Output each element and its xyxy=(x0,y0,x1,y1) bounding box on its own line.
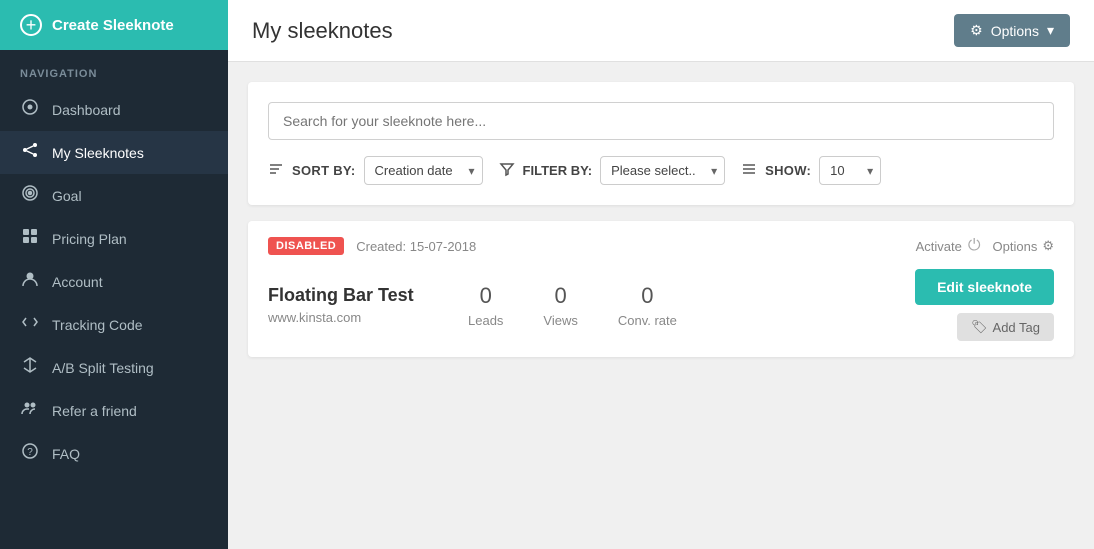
page-title: My sleeknotes xyxy=(252,18,393,44)
sleeknote-buttons: Edit sleeknote 🏷 Add Tag xyxy=(915,269,1054,341)
goal-icon xyxy=(20,184,40,207)
filter-select[interactable]: Please select.. Active Disabled xyxy=(600,156,725,185)
activate-label: Activate xyxy=(916,239,962,254)
sidebar-item-ab-split-testing[interactable]: A/B Split Testing xyxy=(0,346,228,389)
sidebar-item-dashboard[interactable]: Dashboard xyxy=(0,88,228,131)
sidebar-item-tracking-code[interactable]: Tracking Code xyxy=(0,303,228,346)
status-badge: DISABLED xyxy=(268,237,344,255)
account-icon xyxy=(20,270,40,293)
add-tag-button[interactable]: 🏷 Add Tag xyxy=(957,313,1054,341)
sort-select-wrapper: Creation date Name Leads Views xyxy=(364,156,483,185)
sleeknote-header-left: DISABLED Created: 15-07-2018 xyxy=(268,237,476,255)
power-icon: ⏻ xyxy=(968,237,981,255)
filter-label-group: FILTER BY: xyxy=(523,163,593,178)
options-text: Options xyxy=(993,239,1038,254)
options-chevron-icon: ▾ xyxy=(1047,22,1054,39)
dashboard-icon xyxy=(20,98,40,121)
views-label: Views xyxy=(543,313,577,328)
sort-by-group: SORT BY: Creation date Name Leads Views xyxy=(268,156,483,185)
sidebar-item-goal[interactable]: Goal xyxy=(0,174,228,217)
sleeknote-url: www.kinsta.com xyxy=(268,310,428,325)
sleeknote-card: DISABLED Created: 15-07-2018 Activate ⏻ … xyxy=(248,221,1074,357)
sleeknote-stats: 0 Leads 0 Views 0 Conv. rate xyxy=(468,283,677,328)
tracking-code-icon xyxy=(20,313,40,336)
show-label: SHOW: xyxy=(765,163,811,178)
sleeknote-gear-icon: ⚙ xyxy=(1042,238,1054,254)
filter-select-wrapper: Please select.. Active Disabled xyxy=(600,156,725,185)
views-value: 0 xyxy=(543,283,577,309)
main-body: SORT BY: Creation date Name Leads Views xyxy=(228,62,1094,549)
svg-text:?: ? xyxy=(27,447,33,458)
sleeknote-content: Floating Bar Test www.kinsta.com 0 Leads… xyxy=(268,269,1054,341)
filter-row: SORT BY: Creation date Name Leads Views xyxy=(268,156,1054,185)
sidebar-item-label-ab-split-testing: A/B Split Testing xyxy=(52,360,154,376)
conv-rate-label: Conv. rate xyxy=(618,313,677,328)
sidebar-item-label-faq: FAQ xyxy=(52,446,80,462)
main-header: My sleeknotes ⚙ Options ▾ xyxy=(228,0,1094,62)
filter-by-label: FILTER BY: xyxy=(523,163,593,178)
plus-icon: + xyxy=(20,14,42,36)
sort-icon xyxy=(268,161,284,180)
sidebar-item-label-dashboard: Dashboard xyxy=(52,102,121,118)
options-button[interactable]: ⚙ Options ▾ xyxy=(954,14,1070,47)
filter-icon xyxy=(499,161,515,180)
created-text: Created: 15-07-2018 xyxy=(356,239,476,254)
sidebar-item-account[interactable]: Account xyxy=(0,260,228,303)
stat-views: 0 Views xyxy=(543,283,577,328)
sleeknote-name: Floating Bar Test xyxy=(268,285,428,306)
leads-label: Leads xyxy=(468,313,503,328)
stat-leads: 0 Leads xyxy=(468,283,503,328)
show-select[interactable]: 10 25 50 100 xyxy=(819,156,881,185)
search-filter-card: SORT BY: Creation date Name Leads Views xyxy=(248,82,1074,205)
sidebar-item-pricing-plan[interactable]: Pricing Plan xyxy=(0,217,228,260)
conv-rate-value: 0 xyxy=(618,283,677,309)
sidebar-item-faq[interactable]: ? FAQ xyxy=(0,432,228,475)
tag-icon: 🏷 xyxy=(971,319,988,335)
show-icon xyxy=(741,161,757,180)
sleeknote-options-button[interactable]: Options ⚙ xyxy=(993,238,1054,254)
search-input[interactable] xyxy=(268,102,1054,140)
nav-section-label: NAVIGATION xyxy=(0,50,228,88)
leads-value: 0 xyxy=(468,283,503,309)
sort-by-label: SORT BY: xyxy=(292,163,356,178)
sidebar-item-label-tracking-code: Tracking Code xyxy=(52,317,143,333)
sidebar-item-refer-a-friend[interactable]: Refer a friend xyxy=(0,389,228,432)
sleeknote-info: Floating Bar Test www.kinsta.com xyxy=(268,285,428,325)
share-icon xyxy=(20,141,40,164)
sleeknote-header: DISABLED Created: 15-07-2018 Activate ⏻ … xyxy=(268,237,1054,255)
activate-button[interactable]: Activate ⏻ xyxy=(916,237,981,255)
faq-icon: ? xyxy=(20,442,40,465)
create-sleeknote-button[interactable]: + Create Sleeknote xyxy=(0,0,228,50)
sidebar: + Create Sleeknote NAVIGATION Dashboard … xyxy=(0,0,228,549)
sidebar-item-label-account: Account xyxy=(52,274,103,290)
filter-by-group: FILTER BY: Please select.. Active Disabl… xyxy=(499,156,726,185)
sleeknote-actions: Activate ⏻ Options ⚙ xyxy=(916,237,1054,255)
create-sleeknote-label: Create Sleeknote xyxy=(52,17,174,34)
add-tag-label: Add Tag xyxy=(993,320,1040,335)
refer-a-friend-icon xyxy=(20,399,40,422)
gear-icon: ⚙ xyxy=(970,22,983,39)
stat-conv-rate: 0 Conv. rate xyxy=(618,283,677,328)
sort-select[interactable]: Creation date Name Leads Views xyxy=(364,156,483,185)
pricing-plan-icon xyxy=(20,227,40,250)
show-group: SHOW: 10 25 50 100 xyxy=(741,156,881,185)
sidebar-item-label-refer-a-friend: Refer a friend xyxy=(52,403,137,419)
main-content: My sleeknotes ⚙ Options ▾ SORT BY: xyxy=(228,0,1094,549)
sidebar-item-my-sleeknotes[interactable]: My Sleeknotes xyxy=(0,131,228,174)
sidebar-item-label-my-sleeknotes: My Sleeknotes xyxy=(52,145,144,161)
sidebar-item-label-pricing-plan: Pricing Plan xyxy=(52,231,127,247)
edit-sleeknote-button[interactable]: Edit sleeknote xyxy=(915,269,1054,305)
ab-split-testing-icon xyxy=(20,356,40,379)
sidebar-item-label-goal: Goal xyxy=(52,188,82,204)
sidebar-nav: Dashboard My Sleeknotes Goal Pricing Pla… xyxy=(0,88,228,475)
options-label: Options xyxy=(991,23,1039,39)
show-select-wrapper: 10 25 50 100 xyxy=(819,156,881,185)
